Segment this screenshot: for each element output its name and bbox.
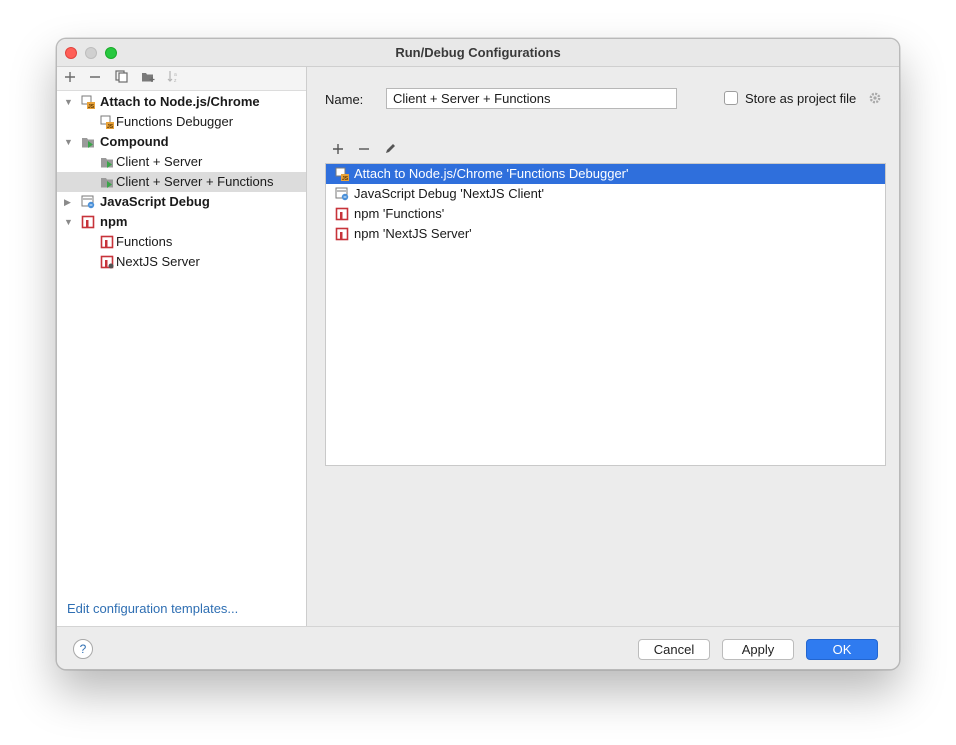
dialog-footer: ? Cancel Apply OK	[57, 626, 899, 669]
svg-text:JS: JS	[88, 104, 95, 109]
edit-pencil-icon[interactable]	[381, 142, 399, 160]
chevron-right-icon[interactable]: ▶	[64, 192, 71, 212]
run-debug-configurations-dialog: Run/Debug Configurations az ▼ JS Attach …	[56, 38, 900, 670]
window-title: Run/Debug Configurations	[395, 45, 561, 60]
tree-item-client-server-functions[interactable]: Client + Server + Functions	[57, 172, 306, 192]
name-label: Name:	[325, 92, 364, 107]
store-as-project-file-label[interactable]: Store as project file	[745, 91, 856, 106]
tree-label: JavaScript Debug	[100, 194, 210, 209]
copy-icon[interactable]	[112, 70, 130, 88]
chevron-down-icon[interactable]: ▼	[64, 132, 73, 152]
tree-item-client-server[interactable]: Client + Server	[57, 152, 306, 172]
minus-icon[interactable]	[355, 142, 373, 160]
tree-item-npm-functions[interactable]: Functions	[57, 232, 306, 252]
tree-label: Functions	[116, 234, 173, 249]
tree-group-attach-node[interactable]: ▼ JS Attach to Node.js/Chrome	[57, 92, 306, 112]
tree-group-npm[interactable]: ▼ npm	[57, 212, 306, 232]
configuration-tree: ▼ JS Attach to Node.js/Chrome JS Functio…	[57, 92, 306, 272]
tree-label: Client + Server	[116, 154, 203, 169]
npm-icon	[335, 227, 349, 241]
title-bar: Run/Debug Configurations	[57, 39, 899, 67]
compound-icon	[100, 175, 114, 189]
tree-label: npm	[100, 214, 128, 229]
tree-label: Compound	[100, 134, 169, 149]
minus-icon[interactable]	[86, 70, 104, 88]
svg-text:z: z	[174, 78, 177, 83]
new-folder-icon[interactable]	[139, 70, 157, 88]
tree-toolbar: az	[57, 67, 306, 91]
name-field[interactable]	[386, 88, 677, 109]
list-item[interactable]: npm 'Functions'	[326, 204, 885, 224]
tree-label: NextJS Server	[116, 254, 200, 269]
sort-icon[interactable]: az	[165, 70, 183, 88]
store-as-project-file-checkbox[interactable]	[724, 91, 738, 105]
compound-configurations-list: JS Attach to Node.js/Chrome 'Functions D…	[325, 163, 886, 466]
list-item[interactable]: npm 'NextJS Server'	[326, 224, 885, 244]
compound-icon	[81, 135, 95, 149]
ok-button[interactable]: OK	[806, 639, 878, 660]
tree-item-functions-debugger[interactable]: JS Functions Debugger	[57, 112, 306, 132]
npm-icon	[100, 235, 114, 249]
configuration-details-panel: Name: Store as project file JS Attach to…	[308, 67, 899, 626]
tree-label: Client + Server + Functions	[116, 174, 274, 189]
npm-icon	[81, 215, 95, 229]
cancel-button[interactable]: Cancel	[638, 639, 710, 660]
attach-node-icon: JS	[335, 167, 349, 182]
tree-label: Attach to Node.js/Chrome	[100, 94, 260, 109]
list-item-label: JavaScript Debug 'NextJS Client'	[354, 186, 544, 201]
list-item-label: npm 'NextJS Server'	[354, 226, 472, 241]
chevron-down-icon[interactable]: ▼	[64, 212, 73, 232]
plus-icon[interactable]	[61, 70, 79, 88]
attach-node-icon: JS	[100, 115, 114, 130]
tree-item-npm-nextjs-server[interactable]: NextJS Server	[57, 252, 306, 272]
gear-icon[interactable]	[868, 91, 882, 105]
compound-icon	[100, 155, 114, 169]
tree-label: Functions Debugger	[116, 114, 234, 129]
edit-configuration-templates-link[interactable]: Edit configuration templates...	[67, 601, 238, 616]
help-button[interactable]: ?	[73, 639, 93, 659]
svg-text:JS: JS	[342, 176, 349, 181]
list-item-label: Attach to Node.js/Chrome 'Functions Debu…	[354, 166, 629, 181]
chevron-down-icon[interactable]: ▼	[64, 92, 73, 112]
tree-group-compound[interactable]: ▼ Compound	[57, 132, 306, 152]
tree-group-javascript-debug[interactable]: ▶ JavaScript Debug	[57, 192, 306, 212]
svg-text:JS: JS	[107, 124, 114, 129]
list-item[interactable]: JavaScript Debug 'NextJS Client'	[326, 184, 885, 204]
js-debug-icon	[335, 187, 349, 201]
plus-icon[interactable]	[329, 142, 347, 160]
npm-icon	[335, 207, 349, 221]
configuration-tree-panel: az ▼ JS Attach to Node.js/Chrome JS Func…	[57, 67, 307, 626]
js-debug-icon	[81, 195, 95, 209]
list-item-label: npm 'Functions'	[354, 206, 445, 221]
attach-node-icon: JS	[81, 95, 95, 110]
npm-icon	[100, 255, 114, 269]
list-item[interactable]: JS Attach to Node.js/Chrome 'Functions D…	[326, 164, 885, 184]
apply-button[interactable]: Apply	[722, 639, 794, 660]
